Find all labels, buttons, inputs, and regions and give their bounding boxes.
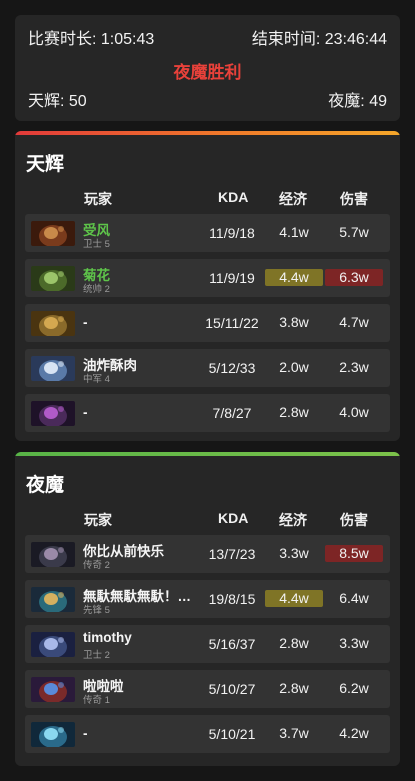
player-damage: 5.7w [339, 224, 369, 240]
radiant-column-header: 玩家 KDA 经济 伤害 [25, 189, 390, 211]
player-kda: 11/9/18 [209, 225, 255, 241]
header-damage: 伤害 [340, 191, 368, 207]
hero-avatar-icon [31, 587, 75, 612]
summary-score-row: 天辉: 50 夜魔: 49 [28, 87, 387, 111]
header-player: 玩家 [84, 191, 112, 207]
dire-accent-bar [15, 452, 400, 456]
player-row[interactable]: 油炸酥肉 中军 4 5/12/33 2.0w 2.3w [25, 349, 390, 387]
player-rank: 先锋 5 [83, 605, 110, 616]
player-row[interactable]: - 5/10/21 3.7w 4.2w [25, 715, 390, 753]
hero-avatar-icon [31, 356, 75, 381]
player-damage: 4.7w [339, 314, 369, 330]
radiant-team-card: 天辉 玩家 KDA 经济 伤害 受风 卫士 5 11/9/18 4.1w 5.7w 菊花统… [15, 131, 400, 441]
player-economy: 2.8w [279, 680, 309, 696]
dire-team-card: 夜魔 玩家 KDA 经济 伤害 你比从前快乐 传奇 2 13/7/23 3.3w 8.5… [15, 452, 400, 766]
hero-avatar-icon [31, 722, 75, 747]
player-economy: 3.7w [279, 725, 309, 741]
match-end-time: 结束时间: 23:46:44 [251, 31, 387, 48]
player-damage: 2.3w [339, 359, 369, 375]
player-economy: 3.8w [279, 314, 309, 330]
player-kda: 5/16/37 [208, 636, 256, 652]
player-row[interactable]: timothy 卫士 2 5/16/37 2.8w 3.3w [25, 625, 390, 663]
player-rank: 传奇 2 [83, 560, 110, 571]
header-damage: 伤害 [340, 512, 368, 528]
player-name[interactable]: - [83, 726, 88, 741]
dire-column-header: 玩家 KDA 经济 伤害 [25, 510, 390, 532]
radiant-score: 天辉: 50 [28, 93, 87, 110]
player-damage: 6.3w [325, 269, 383, 286]
player-rank: 传奇 1 [83, 695, 110, 706]
player-row[interactable]: - 7/8/27 2.8w 4.0w [25, 394, 390, 432]
player-economy: 2.0w [279, 359, 309, 375]
player-row[interactable]: 你比从前快乐 传奇 2 13/7/23 3.3w 8.5w [25, 535, 390, 573]
player-economy: 4.4w [265, 269, 323, 286]
header-kda: KDA [218, 189, 249, 205]
winner-label: 夜魔胜利 [173, 63, 242, 82]
dire-team-title: 夜魔 [26, 475, 65, 496]
header-player: 玩家 [84, 512, 112, 528]
player-damage: 6.2w [339, 680, 369, 696]
player-kda: 5/10/27 [208, 681, 256, 697]
hero-avatar-icon [31, 221, 75, 246]
match-summary-card: 比赛时长: 1:05:43 结束时间: 23:46:44 夜魔胜利 天辉: 50… [15, 15, 400, 121]
radiant-accent-bar [15, 131, 400, 135]
player-row[interactable]: - 15/11/22 3.8w 4.7w [25, 304, 390, 342]
hero-avatar-icon [31, 401, 75, 426]
player-name[interactable]: - [83, 315, 88, 330]
player-rank: 卫士 2 [83, 650, 110, 661]
hero-avatar-icon [31, 632, 75, 657]
header-economy: 经济 [279, 512, 307, 528]
player-kda: 11/9/19 [209, 270, 255, 286]
player-damage: 4.0w [339, 404, 369, 420]
player-kda: 19/8/15 [208, 591, 256, 607]
player-economy: 4.1w [279, 224, 309, 240]
player-economy: 2.8w [279, 635, 309, 651]
player-rank: 卫士 5 [83, 239, 110, 250]
player-rank: 统帅 2 [83, 284, 110, 295]
player-damage: 3.3w [339, 635, 369, 651]
dire-score: 夜魔: 49 [328, 93, 387, 110]
hero-avatar-icon [31, 266, 75, 291]
player-row[interactable]: 菊花 统帅 2 11/9/19 4.4w 6.3w [25, 259, 390, 297]
player-damage: 6.4w [339, 590, 369, 606]
header-economy: 经济 [279, 191, 307, 207]
player-rank: 中军 4 [83, 374, 110, 385]
player-row[interactable]: 無馱無馱無馱！… 先锋 5 19/8/15 4.4w 6.4w [25, 580, 390, 618]
player-damage: 4.2w [339, 725, 369, 741]
player-economy: 3.3w [279, 545, 309, 561]
player-name[interactable]: - [83, 405, 88, 420]
radiant-team-title: 天辉 [26, 154, 65, 175]
hero-avatar-icon [31, 311, 75, 336]
player-kda: 5/12/33 [208, 360, 256, 376]
player-row[interactable]: 啦啦啦 传奇 1 5/10/27 2.8w 6.2w [25, 670, 390, 708]
player-damage: 8.5w [325, 545, 383, 562]
hero-avatar-icon [31, 542, 75, 567]
player-economy: 4.4w [265, 590, 323, 607]
player-name[interactable]: timothy [83, 630, 132, 645]
player-economy: 2.8w [279, 404, 309, 420]
header-kda: KDA [218, 510, 249, 526]
hero-avatar-icon [31, 677, 75, 702]
match-duration: 比赛时长: 1:05:43 [28, 31, 155, 48]
player-kda: 13/7/23 [208, 546, 256, 562]
player-kda: 5/10/21 [208, 726, 256, 742]
player-row[interactable]: 受风 卫士 5 11/9/18 4.1w 5.7w [25, 214, 390, 252]
summary-top-row: 比赛时长: 1:05:43 结束时间: 23:46:44 [28, 25, 387, 49]
player-kda: 15/11/22 [205, 315, 259, 331]
player-kda: 7/8/27 [212, 405, 252, 421]
